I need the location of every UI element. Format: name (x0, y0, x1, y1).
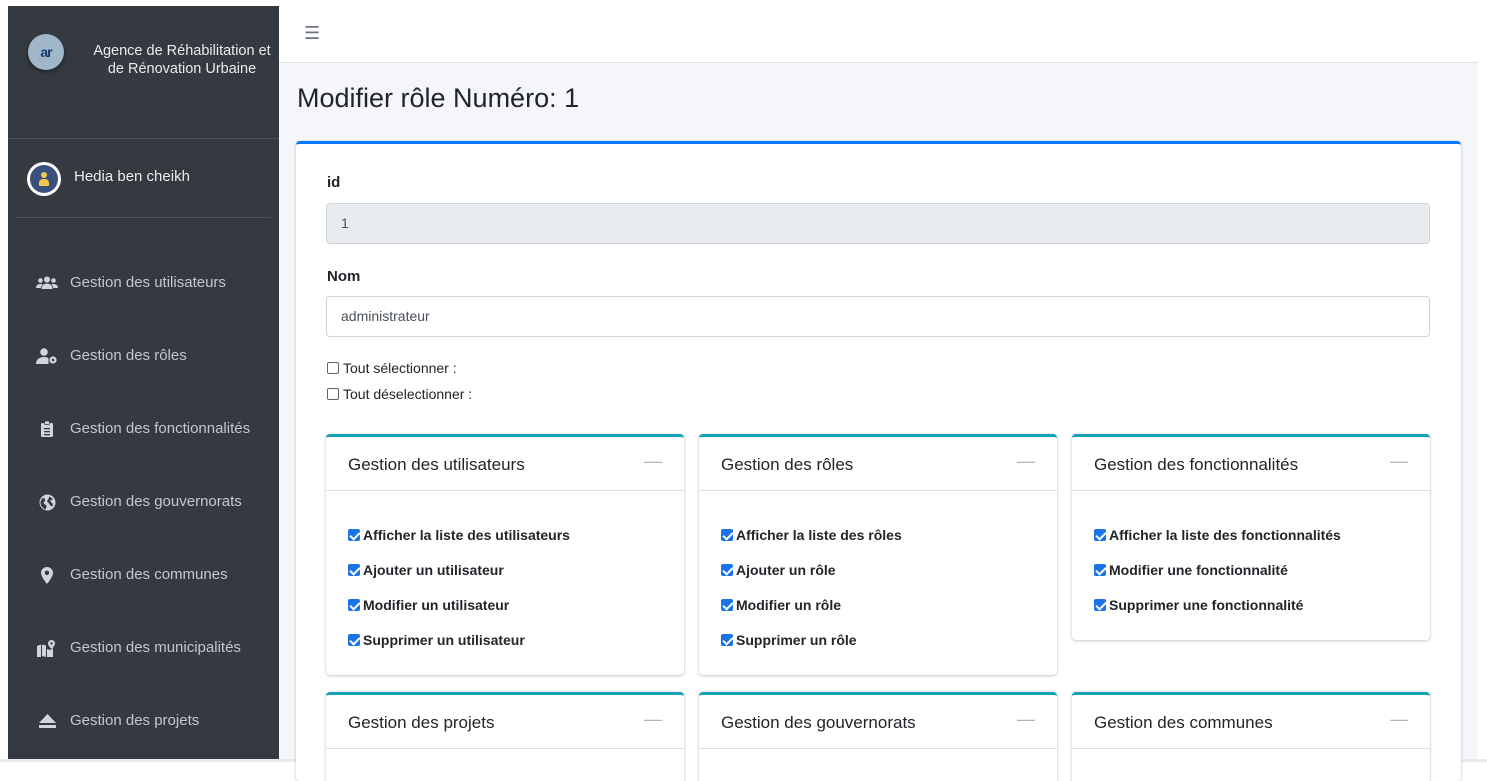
id-field[interactable]: 1 (326, 203, 1430, 244)
panel-utilisateurs: Gestion des utilisateurs — Afficher la l… (326, 434, 684, 675)
panel-title: Gestion des communes (1094, 713, 1273, 732)
nom-field[interactable]: administrateur (326, 296, 1430, 337)
permission-label: Supprimer un rôle (736, 631, 857, 648)
sidebar-item-label: Gestion des communes (70, 566, 228, 583)
permission-label: Supprimer un utilisateur (363, 631, 525, 648)
sidebar-item-utilisateurs[interactable]: Gestion des utilisateurs (8, 250, 279, 323)
sidebar-item-projets[interactable]: Gestion des projets (8, 688, 279, 759)
brand[interactable]: ar Agence de Réhabilitation et de Rénova… (8, 6, 279, 139)
permission-label: Ajouter un rôle (736, 561, 836, 578)
eject-icon (36, 712, 58, 730)
checkbox-checked-icon (348, 598, 360, 611)
brand-logo: ar (28, 34, 64, 70)
nom-label: Nom (327, 268, 361, 285)
clipboard-icon (36, 420, 58, 438)
collapse-minus-icon[interactable]: — (1390, 451, 1408, 472)
checkbox-checked-icon (721, 563, 733, 576)
checkbox-checked-icon (721, 528, 733, 541)
user-panel[interactable]: Hedia ben cheikh (16, 139, 271, 218)
panel-title: Gestion des gouvernorats (721, 713, 916, 732)
role-form-card: id 1 Nom administrateur Tout sélectionne… (296, 141, 1461, 781)
panel-projets: Gestion des projets — (326, 692, 684, 781)
permission-checkbox[interactable]: Supprimer une fonctionnalité (1094, 587, 1430, 622)
user-avatar-icon (27, 162, 61, 196)
collapse-minus-icon[interactable]: — (644, 451, 662, 472)
permission-label: Afficher la liste des fonctionnalités (1109, 526, 1341, 543)
permission-label: Modifier un utilisateur (363, 596, 510, 613)
checkbox-icon (327, 388, 339, 400)
user-name[interactable]: Hedia ben cheikh (74, 168, 190, 185)
sidebar-item-label: Gestion des utilisateurs (70, 274, 226, 291)
sidebar-item-label: Gestion des municipalités (70, 639, 241, 656)
panel-title: Gestion des utilisateurs (348, 455, 525, 474)
permission-checkbox[interactable]: Supprimer un rôle (721, 622, 1057, 657)
checkbox-checked-icon (721, 598, 733, 611)
checkbox-checked-icon (1094, 528, 1106, 541)
checkbox-checked-icon (348, 633, 360, 646)
panel-title: Gestion des rôles (721, 455, 854, 474)
checkbox-checked-icon (1094, 563, 1106, 576)
panel-roles: Gestion des rôles — Afficher la liste de… (699, 434, 1057, 675)
sidebar-item-label: Gestion des projets (70, 712, 200, 729)
topbar: ☰ (279, 6, 1478, 63)
map-marker-icon (36, 566, 58, 584)
sidebar-nav: Gestion des utilisateurs Gestion des rôl… (8, 218, 279, 759)
permission-label: Ajouter un utilisateur (363, 561, 504, 578)
permission-checkbox[interactable]: Modifier un rôle (721, 587, 1057, 622)
sidebar-item-communes[interactable]: Gestion des communes (8, 542, 279, 615)
permission-checkbox[interactable]: Afficher la liste des fonctionnalités (1094, 517, 1430, 552)
user-cog-icon (36, 347, 58, 365)
collapse-minus-icon[interactable]: — (644, 709, 662, 730)
checkbox-checked-icon (348, 563, 360, 576)
permission-checkbox[interactable]: Supprimer un utilisateur (348, 622, 684, 657)
checkbox-checked-icon (721, 633, 733, 646)
sidebar-item-label: Gestion des gouvernorats (70, 493, 242, 510)
panel-title: Gestion des projets (348, 713, 495, 732)
id-label: id (327, 174, 341, 191)
panel-communes: Gestion des communes — (1072, 692, 1430, 781)
collapse-minus-icon[interactable]: — (1390, 709, 1408, 730)
permission-label: Afficher la liste des rôles (736, 526, 902, 543)
sidebar-item-fonctionnalites[interactable]: Gestion des fonctionnalités (8, 396, 279, 469)
sidebar-item-roles[interactable]: Gestion des rôles (8, 323, 279, 396)
globe-icon (36, 493, 58, 511)
permission-label: Modifier une fonctionnalité (1109, 561, 1288, 578)
page-title: Modifier rôle Numéro: 1 (297, 83, 580, 113)
panel-fonctionnalites: Gestion des fonctionnalités — Afficher l… (1072, 434, 1430, 640)
sidebar-item-label: Gestion des fonctionnalités (70, 420, 251, 437)
permission-checkbox[interactable]: Afficher la liste des rôles (721, 517, 1057, 552)
sidebar: ar Agence de Réhabilitation et de Rénova… (8, 6, 279, 759)
users-icon (36, 274, 58, 292)
checkbox-checked-icon (348, 528, 360, 541)
select-all-label: Tout sélectionner : (343, 360, 457, 376)
sidebar-item-gouvernorats[interactable]: Gestion des gouvernorats (8, 469, 279, 542)
brand-name: Agence de Réhabilitation et de Rénovatio… (93, 43, 271, 77)
collapse-minus-icon[interactable]: — (1017, 709, 1035, 730)
sidebar-item-municipalites[interactable]: Gestion des municipalités (8, 615, 279, 688)
permission-checkbox[interactable]: Afficher la liste des utilisateurs (348, 517, 684, 552)
collapse-minus-icon[interactable]: — (1017, 451, 1035, 472)
deselect-all-checkbox[interactable]: Tout déselectionner : (327, 386, 472, 402)
permission-checkbox[interactable]: Ajouter un rôle (721, 552, 1057, 587)
checkbox-checked-icon (1094, 598, 1106, 611)
permission-checkbox[interactable]: Modifier un utilisateur (348, 587, 684, 622)
deselect-all-label: Tout déselectionner : (343, 386, 473, 402)
permission-label: Afficher la liste des utilisateurs (363, 526, 570, 543)
panel-gouvernorats: Gestion des gouvernorats — (699, 692, 1057, 781)
permission-checkbox[interactable]: Modifier une fonctionnalité (1094, 552, 1430, 587)
sidebar-item-label: Gestion des rôles (70, 347, 187, 364)
menu-toggle-icon[interactable]: ☰ (304, 23, 320, 44)
checkbox-icon (327, 362, 339, 374)
permission-label: Supprimer une fonctionnalité (1109, 596, 1304, 613)
map-icon (36, 639, 58, 657)
panel-title: Gestion des fonctionnalités (1094, 455, 1299, 474)
select-all-checkbox[interactable]: Tout sélectionner : (327, 360, 457, 376)
permission-checkbox[interactable]: Ajouter un utilisateur (348, 552, 684, 587)
permission-label: Modifier un rôle (736, 596, 841, 613)
